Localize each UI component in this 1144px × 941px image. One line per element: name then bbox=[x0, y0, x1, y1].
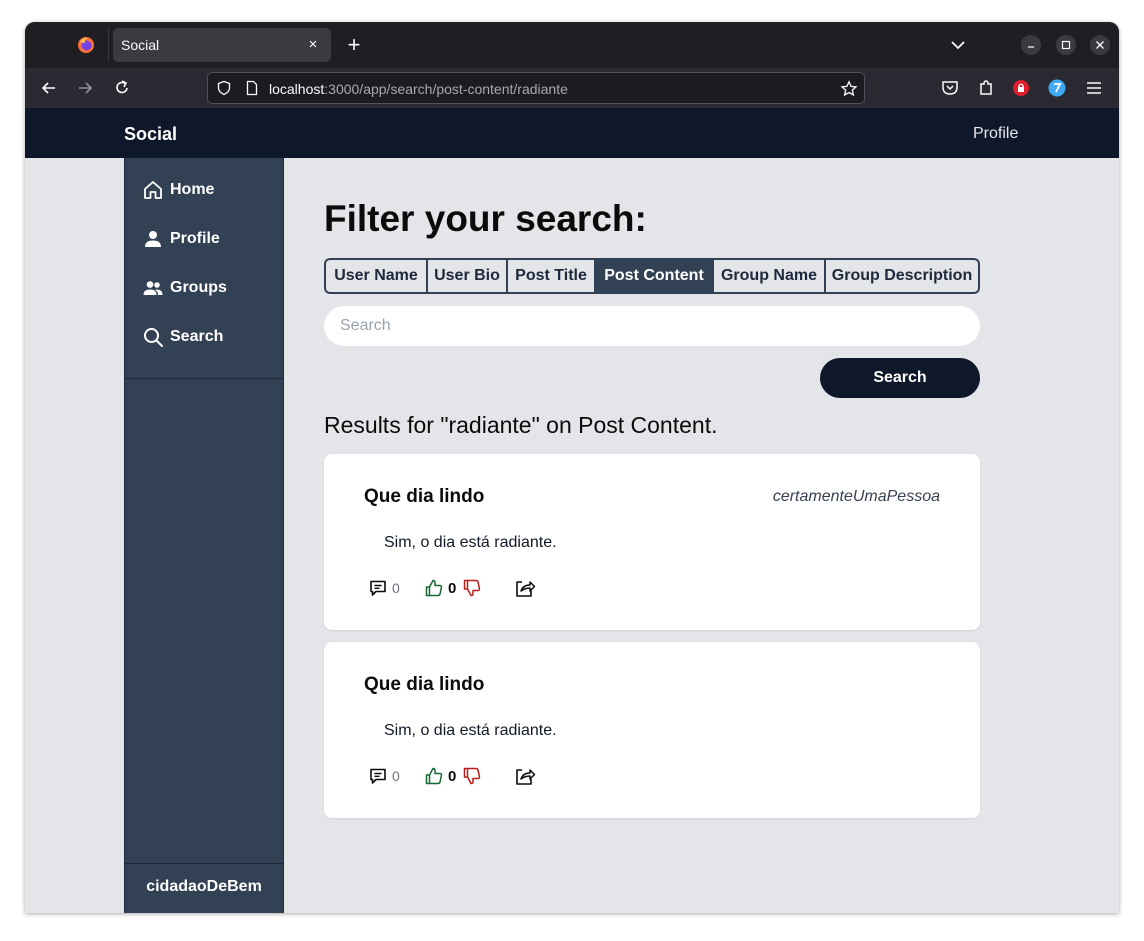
firefox-logo-icon bbox=[78, 37, 94, 53]
hamburger-menu-icon[interactable] bbox=[1084, 78, 1104, 98]
new-tab-button[interactable]: + bbox=[343, 34, 365, 56]
reload-icon[interactable] bbox=[112, 78, 132, 98]
upvote-button[interactable] bbox=[424, 578, 444, 598]
downvote-button[interactable] bbox=[462, 578, 482, 598]
close-icon bbox=[1096, 41, 1104, 49]
privacy-badger-icon[interactable] bbox=[1011, 78, 1031, 98]
search-icon bbox=[144, 328, 163, 347]
post-body: Sim, o dia está radiante. bbox=[384, 722, 557, 739]
page-icon[interactable] bbox=[244, 80, 260, 96]
sidebar-item-label: Groups bbox=[170, 279, 227, 296]
chevron-down-icon[interactable] bbox=[947, 35, 969, 55]
maximize-icon bbox=[1061, 40, 1071, 50]
app-header: Social Profile bbox=[25, 108, 1119, 158]
filter-user-bio[interactable]: User Bio bbox=[428, 260, 508, 292]
tab-separator bbox=[108, 28, 109, 62]
brand-logo[interactable]: Social bbox=[124, 124, 177, 145]
bookmark-star-icon[interactable] bbox=[840, 80, 858, 98]
filter-post-content[interactable]: Post Content bbox=[596, 260, 714, 292]
comment-icon bbox=[370, 580, 386, 596]
search-filter-tabs: User Name User Bio Post Title Post Conte… bbox=[324, 258, 980, 294]
tab-strip: Social × + bbox=[25, 22, 1119, 68]
filter-user-name[interactable]: User Name bbox=[326, 260, 428, 292]
sidebar-item-profile[interactable]: Profile bbox=[142, 226, 220, 252]
browser-tab[interactable]: Social × bbox=[113, 28, 331, 62]
shield-icon[interactable] bbox=[216, 80, 232, 96]
thumbs-up-icon bbox=[425, 767, 443, 785]
extension-blue-icon[interactable] bbox=[1047, 78, 1067, 98]
url-bar[interactable]: localhost:3000/app/search/post-content/r… bbox=[207, 72, 865, 104]
filter-group-name[interactable]: Group Name bbox=[714, 260, 826, 292]
sidebar-item-search[interactable]: Search bbox=[142, 324, 223, 350]
maximize-button[interactable] bbox=[1056, 35, 1076, 55]
share-icon bbox=[516, 581, 536, 597]
extensions-icon[interactable] bbox=[976, 78, 996, 98]
page-title: Filter your search: bbox=[324, 198, 647, 239]
sidebar-divider bbox=[125, 863, 283, 864]
pocket-icon[interactable] bbox=[940, 78, 960, 98]
minimize-button[interactable] bbox=[1021, 35, 1041, 55]
post-title[interactable]: Que dia lindo bbox=[364, 486, 484, 508]
upvote-button[interactable] bbox=[424, 766, 444, 786]
sidebar-username[interactable]: cidadaoDeBem bbox=[125, 878, 283, 896]
groups-icon bbox=[143, 281, 163, 295]
vote-count: 0 bbox=[448, 579, 457, 597]
sidebar-item-home[interactable]: Home bbox=[142, 177, 214, 203]
search-button[interactable]: Search bbox=[820, 358, 980, 398]
comments-button[interactable]: 0 bbox=[368, 766, 400, 786]
tab-title: Social bbox=[121, 37, 160, 53]
forward-arrow-icon[interactable] bbox=[75, 78, 95, 98]
sidebar-item-label: Profile bbox=[170, 230, 220, 247]
close-window-button[interactable] bbox=[1090, 35, 1110, 55]
share-button[interactable] bbox=[514, 766, 536, 786]
person-icon bbox=[145, 231, 161, 247]
comment-count: 0 bbox=[392, 768, 400, 784]
home-icon bbox=[144, 181, 162, 199]
sidebar-divider bbox=[125, 378, 283, 379]
post-title[interactable]: Que dia lindo bbox=[364, 674, 484, 696]
sidebar: Home Profile Groups Search cidadaoDeBem bbox=[124, 158, 284, 913]
thumbs-down-icon bbox=[463, 579, 481, 597]
url-text[interactable]: localhost:3000/app/search/post-content/r… bbox=[269, 81, 568, 97]
post-body: Sim, o dia está radiante. bbox=[384, 534, 557, 551]
web-page: Social Profile Home Profile Groups Searc… bbox=[25, 108, 1119, 913]
search-input[interactable] bbox=[324, 306, 980, 346]
sidebar-item-label: Home bbox=[170, 181, 215, 198]
vote-count: 0 bbox=[448, 767, 457, 785]
downvote-button[interactable] bbox=[462, 766, 482, 786]
thumbs-down-icon bbox=[463, 767, 481, 785]
comment-count: 0 bbox=[392, 580, 400, 596]
back-arrow-icon[interactable] bbox=[39, 78, 59, 98]
url-path: :3000/app/search/post-content/radiante bbox=[324, 81, 568, 97]
browser-toolbar: localhost:3000/app/search/post-content/r… bbox=[25, 68, 1119, 108]
comments-button[interactable]: 0 bbox=[368, 578, 400, 598]
sidebar-item-groups[interactable]: Groups bbox=[142, 275, 227, 301]
results-title: Results for "radiante" on Post Content. bbox=[324, 412, 718, 438]
header-profile-link[interactable]: Profile bbox=[973, 125, 1018, 143]
browser-window: Social × + localhost:3000/app/search/pos… bbox=[25, 22, 1119, 913]
post-author[interactable]: certamenteUmaPessoa bbox=[773, 488, 940, 506]
post-card: Que dia lindo certamenteUmaPessoa Sim, o… bbox=[324, 454, 980, 630]
filter-post-title[interactable]: Post Title bbox=[508, 260, 596, 292]
tab-close-icon[interactable]: × bbox=[303, 35, 323, 55]
thumbs-up-icon bbox=[425, 579, 443, 597]
url-host: localhost bbox=[269, 81, 325, 97]
sidebar-item-label: Search bbox=[170, 328, 224, 345]
minimize-icon bbox=[1028, 46, 1034, 48]
post-card: Que dia lindo Sim, o dia está radiante. … bbox=[324, 642, 980, 818]
comment-icon bbox=[370, 768, 386, 784]
share-icon bbox=[516, 769, 536, 785]
share-button[interactable] bbox=[514, 578, 536, 598]
filter-group-description[interactable]: Group Description bbox=[826, 260, 978, 292]
